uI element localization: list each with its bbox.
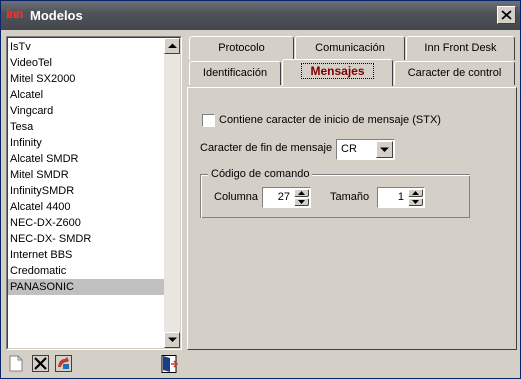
columna-increment-button[interactable] (294, 189, 309, 197)
codigo-comando-title: Código de comando (208, 167, 313, 181)
exit-door-icon (161, 355, 179, 373)
inn-logo-icon: inn (6, 7, 23, 22)
modelos-window: inn Modelos IsTv VideoTel Mitel SX2000 Alca… (0, 0, 521, 379)
list-item[interactable]: InfinitySMDR (8, 183, 164, 199)
tamano-value: 1 (397, 191, 404, 203)
stx-label: Contiene caracter de inicio de mensaje (… (219, 114, 441, 126)
window-title: Modelos (30, 8, 83, 23)
list-item[interactable]: Vingcard (8, 103, 164, 119)
bottom-toolbar (6, 353, 182, 375)
tamano-decrement-button[interactable] (408, 198, 423, 206)
fin-mensaje-select[interactable]: CR (336, 139, 395, 160)
arrow-down-icon (412, 200, 419, 204)
tamano-increment-button[interactable] (408, 189, 423, 197)
tab-caracter-de-control[interactable]: Caracter de control (394, 61, 515, 85)
tab-protocolo-label: Protocolo (218, 42, 265, 54)
tamano-spin-buttons (408, 189, 423, 206)
exit-button[interactable] (159, 353, 180, 374)
tamano-label: Tamaño (330, 191, 370, 203)
list-item[interactable]: PANASONIC (8, 279, 164, 295)
list-item[interactable]: Mitel SX2000 (8, 71, 164, 87)
arrow-down-icon (298, 200, 305, 204)
chevron-down-icon (380, 147, 389, 152)
list-item[interactable]: Alcatel SMDR (8, 151, 164, 167)
tab-mensajes[interactable]: Mensajes (282, 59, 393, 86)
tab-inn-front-desk[interactable]: Inn Front Desk (406, 36, 515, 60)
list-item[interactable]: Alcatel 4400 (8, 199, 164, 215)
models-list[interactable]: IsTv VideoTel Mitel SX2000 Alcatel Vingcard T… (8, 39, 164, 295)
columna-label: Columna (214, 191, 259, 203)
arrow-up-icon (412, 191, 419, 195)
list-item[interactable]: Mitel SMDR (8, 167, 164, 183)
tab-comunicacion[interactable]: Comunicación (295, 36, 405, 60)
list-scrollbar[interactable] (164, 38, 180, 348)
chevron-down-icon (168, 337, 177, 342)
close-icon (501, 10, 512, 20)
edit-button[interactable] (53, 353, 74, 374)
models-list-panel: IsTv VideoTel Mitel SX2000 Alcatel Vingcard T… (6, 36, 182, 350)
codigo-comando-group: Código de comando Columna 27 Tamaño 1 (200, 167, 470, 218)
list-item[interactable]: NEC-DX- SMDR (8, 231, 164, 247)
scroll-down-button[interactable] (164, 332, 180, 348)
columna-value: 27 (277, 191, 290, 203)
tabs-area: Protocolo Comunicación Inn Front Desk Id… (187, 36, 517, 350)
new-document-icon (9, 355, 23, 372)
tab-caracter-de-control-label: Caracter de control (407, 67, 502, 79)
list-item[interactable]: Infinity (8, 135, 164, 151)
tab-identificacion[interactable]: Identificación (189, 61, 281, 85)
fin-mensaje-dropdown-button[interactable] (376, 141, 393, 158)
tab-protocolo[interactable]: Protocolo (189, 36, 294, 60)
edit-icon (55, 355, 72, 372)
arrow-up-icon (298, 191, 305, 195)
tab-inn-front-desk-label: Inn Front Desk (424, 42, 497, 54)
list-item[interactable]: IsTv (8, 39, 164, 55)
new-button[interactable] (6, 353, 27, 374)
tamano-spinner[interactable]: 1 (377, 187, 425, 208)
tab-comunicacion-label: Comunicación (315, 42, 385, 54)
list-item[interactable]: Credomatic (8, 263, 164, 279)
list-item[interactable]: Alcatel (8, 87, 164, 103)
fin-mensaje-value: CR (341, 143, 357, 155)
scroll-up-button[interactable] (164, 38, 180, 54)
title-bar[interactable]: inn Modelos (1, 1, 520, 30)
tab-mensajes-label: Mensajes (301, 63, 374, 79)
close-button[interactable] (497, 6, 516, 24)
list-item[interactable]: Internet BBS (8, 247, 164, 263)
columna-spin-buttons (294, 189, 309, 206)
delete-button[interactable] (30, 353, 51, 374)
chevron-up-icon (168, 43, 177, 48)
list-item[interactable]: VideoTel (8, 55, 164, 71)
models-list-frame: IsTv VideoTel Mitel SX2000 Alcatel Vingcard T… (7, 37, 181, 349)
list-item[interactable]: NEC-DX-Z600 (8, 215, 164, 231)
columna-spinner[interactable]: 27 (262, 187, 311, 208)
delete-x-icon (32, 355, 49, 372)
tab-identificacion-label: Identificación (202, 67, 268, 79)
list-item[interactable]: Tesa (8, 119, 164, 135)
mensajes-panel: Contiene caracter de inicio de mensaje (… (187, 87, 517, 350)
stx-checkbox[interactable] (202, 114, 215, 127)
columna-decrement-button[interactable] (294, 198, 309, 206)
fin-mensaje-label: Caracter de fin de mensaje (200, 142, 333, 154)
